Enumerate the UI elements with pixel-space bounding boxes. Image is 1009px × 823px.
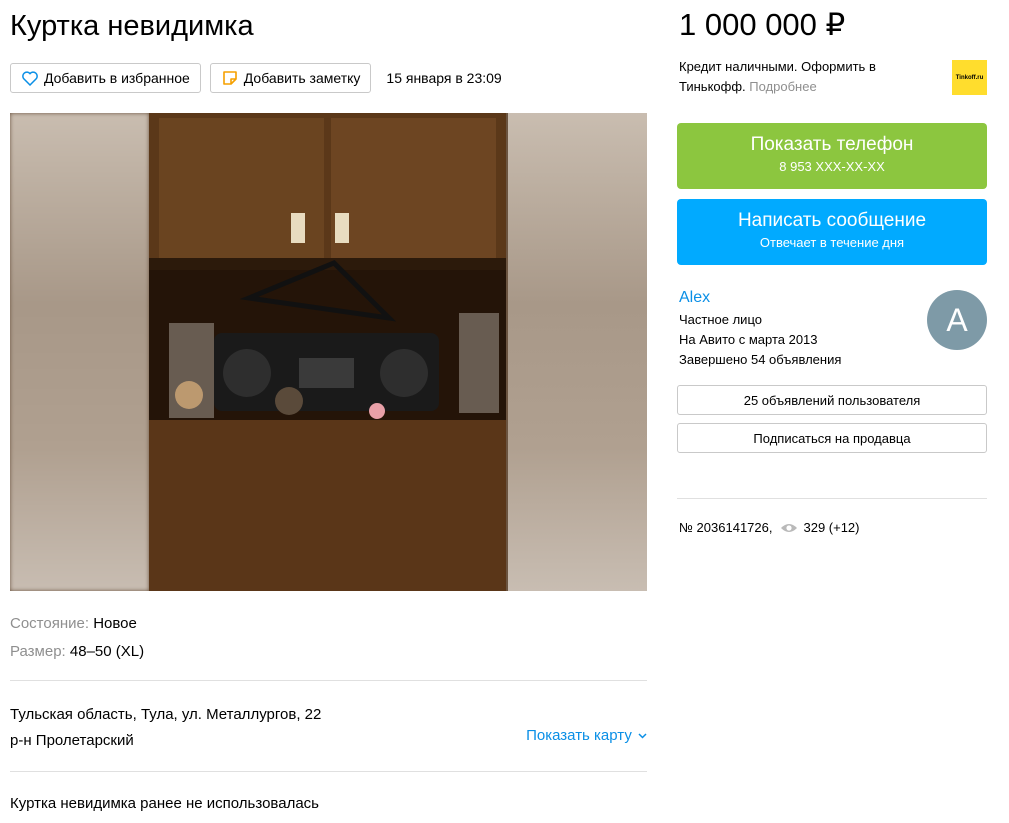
listing-params: Состояние: Новое Размер: 48–50 (XL)	[10, 610, 144, 666]
param-condition-value: Новое	[93, 615, 137, 632]
photo-scene	[149, 113, 506, 591]
chevron-down-icon	[638, 733, 647, 739]
add-note-button[interactable]: Добавить заметку	[209, 63, 372, 93]
add-note-label: Добавить заметку	[243, 70, 361, 86]
tinkoff-logo[interactable]: Tinkoff.ru	[952, 60, 987, 95]
show-map-label: Показать карту	[526, 727, 632, 744]
eye-icon	[781, 523, 798, 532]
show-phone-button[interactable]: Показать телефон 8 953 XXX-XX-XX	[677, 123, 987, 189]
ad-meta: № 2036141726, 329 (+12)	[679, 520, 860, 535]
address-line: Тульская область, Тула, ул. Металлургов,…	[10, 706, 322, 723]
param-size: Размер: 48–50 (XL)	[10, 638, 144, 666]
note-icon	[222, 71, 237, 85]
phone-mask: 8 953 XXX-XX-XX	[779, 159, 885, 174]
listing-photo[interactable]	[149, 113, 506, 591]
show-phone-title: Показать телефон	[750, 134, 914, 155]
publish-date: 15 января в 23:09	[386, 70, 502, 86]
param-condition-key: Состояние:	[10, 615, 90, 632]
divider	[677, 498, 987, 499]
seller-name-link[interactable]: Alex	[679, 289, 710, 307]
seller-since: На Авито с марта 2013	[679, 332, 818, 347]
seller-info: Частное лицо На Авито с марта 2013 Завер…	[679, 310, 841, 370]
divider	[10, 680, 647, 681]
add-favorite-button[interactable]: Добавить в избранное	[10, 63, 201, 93]
show-map-link[interactable]: Показать карту	[526, 727, 647, 744]
write-message-title: Написать сообщение	[737, 210, 927, 231]
credit-more-link[interactable]: Подробнее	[749, 79, 816, 94]
param-condition: Состояние: Новое	[10, 610, 144, 638]
add-favorite-label: Добавить в избранное	[44, 70, 190, 86]
views-count: 329 (+12)	[803, 520, 860, 535]
subscribe-button[interactable]: Подписаться на продавца	[677, 423, 987, 453]
heart-icon	[22, 70, 38, 86]
credit-offer: Кредит наличными. Оформить в Тинькофф. П…	[679, 57, 909, 97]
param-size-value: 48–50 (XL)	[69, 643, 145, 660]
param-size-key: Размер:	[10, 643, 66, 660]
seller-type: Частное лицо	[679, 312, 762, 327]
price: 1 000 000 ₽	[679, 7, 846, 42]
response-time: Отвечает в течение дня	[759, 235, 905, 250]
write-message-button[interactable]: Написать сообщение Отвечает в течение дн…	[677, 199, 987, 265]
address: Тульская область, Тула, ул. Металлургов,…	[10, 702, 321, 754]
photo-gallery[interactable]	[10, 113, 647, 591]
district-line: р-н Пролетарский	[10, 732, 134, 749]
description: Куртка невидимка ранее не использовалась	[10, 795, 319, 812]
user-ads-button[interactable]: 25 объявлений пользователя	[677, 385, 987, 415]
listing-actions: Добавить в избранное Добавить заметку 15…	[10, 63, 502, 93]
seller-completed: Завершено 54 объявления	[679, 352, 842, 367]
divider	[10, 771, 647, 772]
gallery-blur-left	[10, 113, 149, 591]
ad-number: № 2036141726,	[679, 520, 773, 535]
page-title: Куртка невидимка	[10, 10, 254, 42]
gallery-blur-right	[508, 113, 647, 591]
avatar[interactable]: A	[927, 290, 987, 350]
